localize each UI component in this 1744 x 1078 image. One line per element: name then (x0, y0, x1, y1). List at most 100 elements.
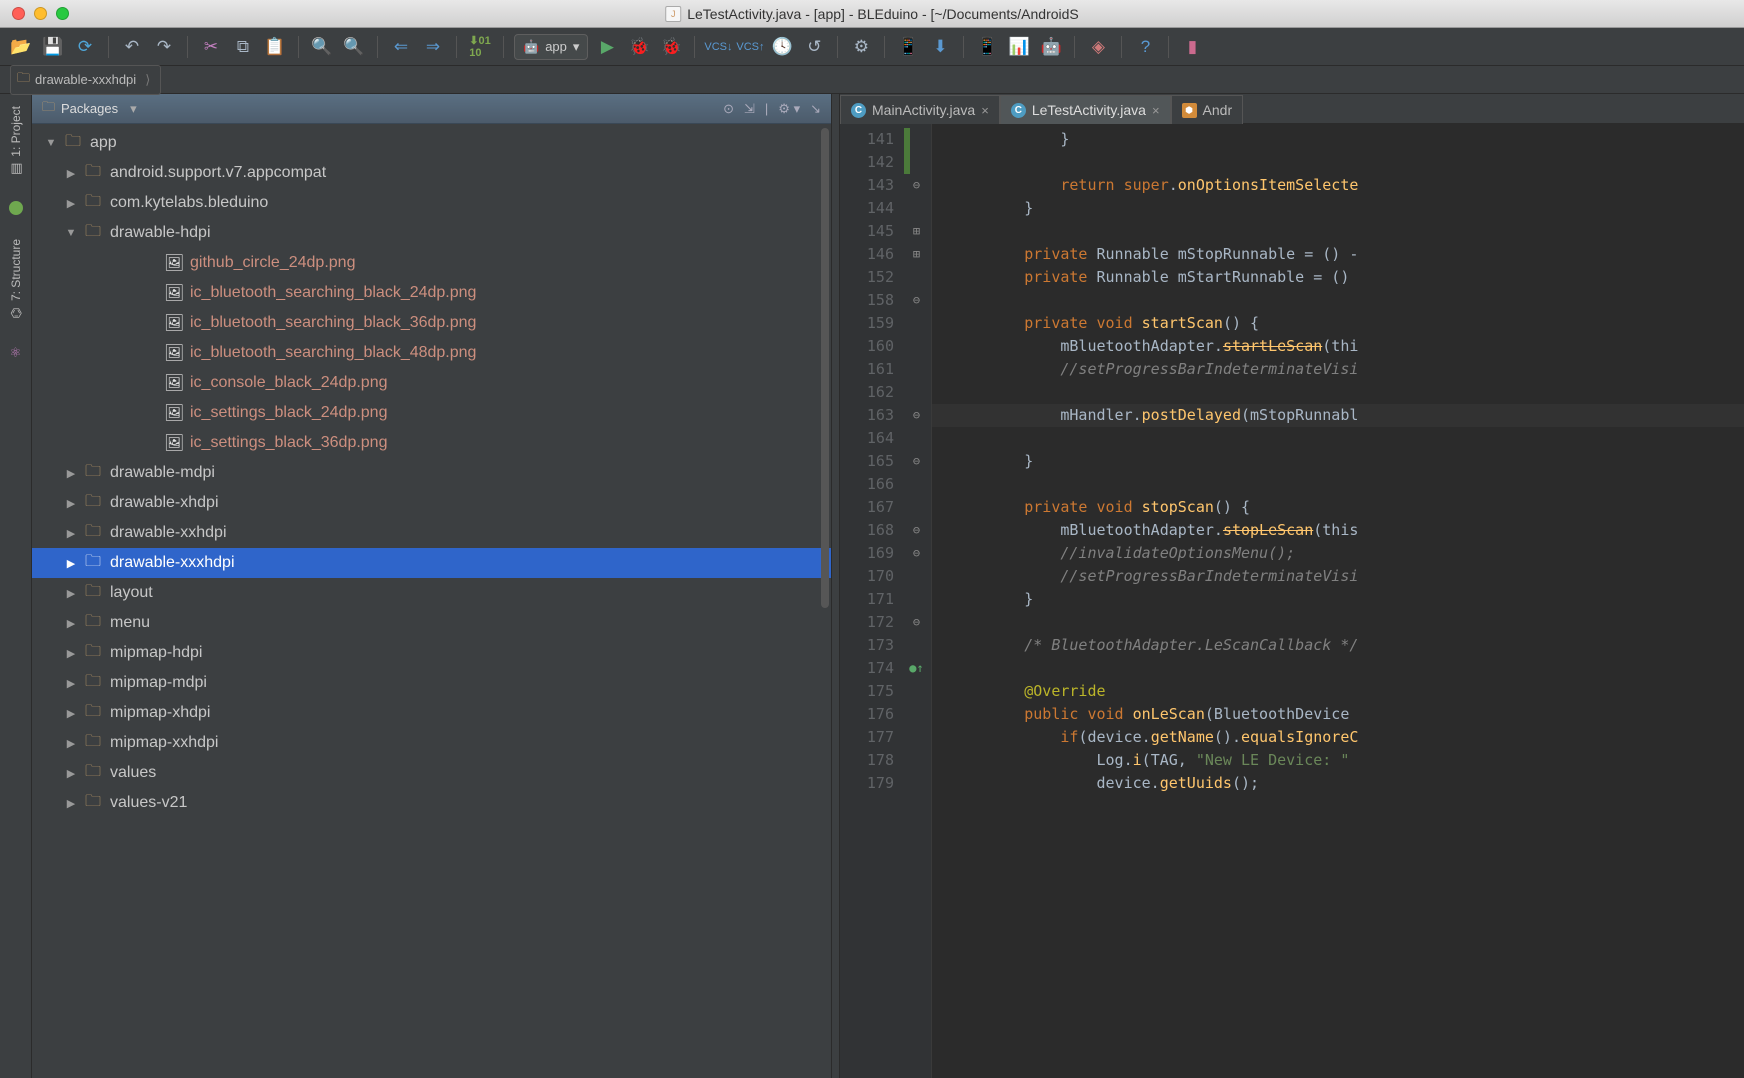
help-icon[interactable]: ? (1132, 34, 1158, 60)
tree-row[interactable]: 🖼ic_bluetooth_searching_black_24dp.png (32, 278, 831, 308)
scrollbar-thumb[interactable] (821, 128, 829, 608)
expand-icon[interactable]: ▶ (64, 527, 78, 540)
scroll-from-source-icon[interactable]: ⊙ (723, 101, 734, 117)
tree-row[interactable]: ▶🗀layout (32, 578, 831, 608)
expand-icon[interactable]: ▶ (64, 737, 78, 750)
annotation-gutter[interactable]: ⊖ ⊞⊞ ⊖ ⊖ ⊖ ⊖⊖ ⊖ ●↑ (902, 124, 932, 1078)
tree-row[interactable]: ▶🗀android.support.v7.appcompat (32, 158, 831, 188)
tree-row[interactable]: 🖼ic_console_black_24dp.png (32, 368, 831, 398)
structure-tool-tab[interactable]: ⌬ 7: Structure (7, 233, 25, 327)
tree-row[interactable]: ▶🗀mipmap-mdpi (32, 668, 831, 698)
expand-icon[interactable]: ▶ (64, 167, 78, 180)
close-icon[interactable]: × (1152, 103, 1160, 118)
gradle-icon[interactable]: ▮ (1179, 34, 1205, 60)
hide-panel-icon[interactable]: ↘ (810, 101, 821, 117)
collapse-all-icon[interactable]: ⇲ (744, 101, 755, 117)
expand-icon[interactable]: ▶ (64, 497, 78, 510)
expand-icon[interactable]: ▶ (64, 557, 78, 570)
run-icon[interactable]: ▶ (594, 34, 620, 60)
expand-icon[interactable]: ▶ (64, 797, 78, 810)
line-number-gutter[interactable]: 1411421431441451461521581591601611621631… (840, 124, 902, 1078)
favorites-icon[interactable]: ⚛ (10, 345, 22, 361)
expand-icon[interactable]: ▶ (64, 707, 78, 720)
debug-icon[interactable]: 🐞 (626, 34, 652, 60)
tree-row[interactable]: ▶🗀drawable-xxxhdpi (32, 548, 831, 578)
ddms-icon[interactable]: 📱 (974, 34, 1000, 60)
tab-mainactivity[interactable]: C MainActivity.java × (840, 95, 1000, 124)
vcs-revert-icon[interactable]: ↺ (801, 34, 827, 60)
cut-icon[interactable]: ✂ (198, 34, 224, 60)
vcs-commit-icon[interactable]: VCS↑ (737, 34, 763, 60)
minimize-window-button[interactable] (34, 7, 47, 20)
expand-icon[interactable]: ▶ (64, 197, 78, 210)
expand-icon[interactable]: ▶ (64, 767, 78, 780)
tree-label: mipmap-mdpi (110, 674, 207, 692)
sync-icon[interactable]: ⟳ (72, 34, 98, 60)
close-icon[interactable]: × (981, 103, 989, 118)
tab-letestactivity[interactable]: C LeTestActivity.java × (1000, 95, 1171, 124)
back-icon[interactable]: ⇐ (388, 34, 414, 60)
tree-row[interactable]: 🖼ic_bluetooth_searching_black_36dp.png (32, 308, 831, 338)
tree-row[interactable]: 🖼ic_bluetooth_searching_black_48dp.png (32, 338, 831, 368)
toolbar-separator (377, 36, 378, 58)
tree-row[interactable]: ▶🗀drawable-mdpi (32, 458, 831, 488)
tree-row[interactable]: ▼ 🗀 app (32, 128, 831, 158)
expand-icon[interactable]: ▶ (64, 617, 78, 630)
vcs-update-icon[interactable]: VCS↓ (705, 34, 731, 60)
avd-manager-icon[interactable]: 📱 (895, 34, 921, 60)
project-tool-tab[interactable]: ▤ 1: Project (7, 100, 25, 183)
forward-icon[interactable]: ⇒ (420, 34, 446, 60)
find-icon[interactable]: 🔍 (309, 34, 335, 60)
expand-icon[interactable]: ▼ (44, 137, 58, 149)
redo-icon[interactable]: ↷ (151, 34, 177, 60)
tree-row[interactable]: ▶🗀values-v21 (32, 788, 831, 818)
breadcrumb-item[interactable]: 🗀 drawable-xxxhdpi ⟩ (10, 65, 161, 95)
tree-row[interactable]: 🖼ic_settings_black_24dp.png (32, 398, 831, 428)
vcs-history-icon[interactable]: 🕓 (769, 34, 795, 60)
tree-row[interactable]: 🖼github_circle_24dp.png (32, 248, 831, 278)
code-editor[interactable]: 1411421431441451461521581591601611621631… (840, 124, 1744, 1078)
open-file-icon[interactable]: 📂 (8, 34, 34, 60)
maximize-window-button[interactable] (56, 7, 69, 20)
project-structure-icon[interactable]: ⚙ (848, 34, 874, 60)
expand-icon[interactable]: ▼ (64, 227, 78, 239)
tree-row[interactable]: ▶🗀mipmap-xhdpi (32, 698, 831, 728)
attach-debugger-icon[interactable]: 🐞 (658, 34, 684, 60)
view-mode-select[interactable]: 🗀 Packages (42, 98, 137, 120)
tree-label: ic_bluetooth_searching_black_48dp.png (190, 344, 476, 362)
genymotion-icon[interactable]: ◈ (1085, 34, 1111, 60)
navigation-bar[interactable]: 🗀 drawable-xxxhdpi ⟩ (0, 66, 1744, 94)
folder-icon: 🗀 (64, 130, 82, 157)
expand-icon[interactable]: ▶ (64, 587, 78, 600)
tree-row[interactable]: ▶🗀drawable-xxhdpi (32, 518, 831, 548)
copy-icon[interactable]: ⧉ (230, 34, 256, 60)
memory-monitor-icon[interactable]: 📊 (1006, 34, 1032, 60)
gear-icon[interactable]: ⚙ ▾ (778, 101, 800, 117)
save-all-icon[interactable]: 💾 (40, 34, 66, 60)
project-tree[interactable]: ▼ 🗀 app ▶🗀android.support.v7.appcompat▶🗀com… (32, 124, 831, 1078)
tree-row[interactable]: ▶🗀mipmap-xxhdpi (32, 728, 831, 758)
code-contents[interactable]: } return super.onOptionsItemSelecte } pr… (932, 124, 1744, 1078)
make-project-icon[interactable]: ⬇0110 (467, 34, 493, 60)
run-configuration-select[interactable]: 🤖 app ▾ (514, 34, 588, 60)
undo-icon[interactable]: ↶ (119, 34, 145, 60)
tree-row[interactable]: ▶🗀values (32, 758, 831, 788)
close-window-button[interactable] (12, 7, 25, 20)
tree-row[interactable]: ▶🗀drawable-xhdpi (32, 488, 831, 518)
expand-icon[interactable]: ▶ (64, 467, 78, 480)
tree-label: app (90, 134, 117, 152)
expand-icon[interactable]: ▶ (64, 647, 78, 660)
splitter[interactable] (832, 94, 840, 1078)
tree-row[interactable]: ▼🗀drawable-hdpi (32, 218, 831, 248)
replace-icon[interactable]: 🔍 (341, 34, 367, 60)
paste-icon[interactable]: 📋 (262, 34, 288, 60)
tree-row[interactable]: 🖼ic_settings_black_36dp.png (32, 428, 831, 458)
tree-row[interactable]: ▶🗀com.kytelabs.bleduino (32, 188, 831, 218)
tab-androidmanifest[interactable]: ⬢ Andr (1171, 95, 1244, 124)
android-profiler-icon[interactable] (9, 201, 23, 215)
tree-row[interactable]: ▶🗀mipmap-hdpi (32, 638, 831, 668)
sdk-manager-icon[interactable]: ⬇ (927, 34, 953, 60)
expand-icon[interactable]: ▶ (64, 677, 78, 690)
tree-row[interactable]: ▶🗀menu (32, 608, 831, 638)
android-monitor-icon[interactable]: 🤖 (1038, 34, 1064, 60)
